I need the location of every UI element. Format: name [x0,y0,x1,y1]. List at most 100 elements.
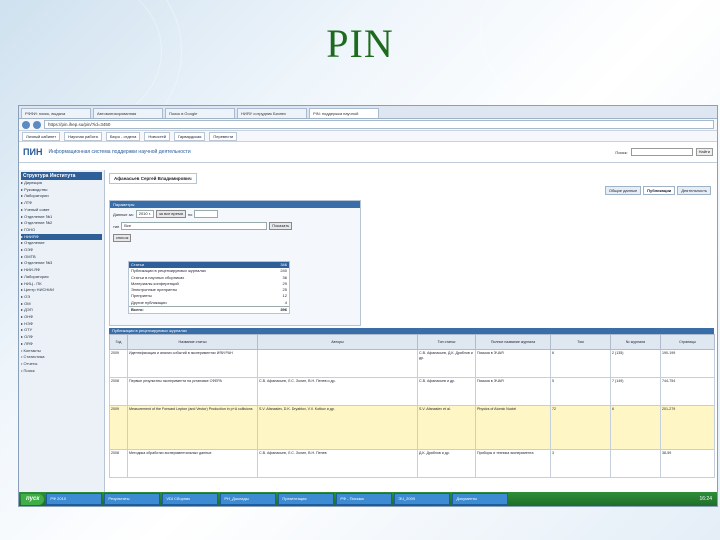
sidebar-item[interactable]: ▸ ОЛФ [21,334,102,341]
table-cell: 3 [550,449,611,478]
bookmark[interactable]: Гарвардская [173,131,206,141]
slide-title: PIN [326,21,394,66]
table-cell: 2009 [109,405,128,450]
bookmark[interactable]: Бюро - отдела [105,131,141,141]
taskbar-clock: 16:24 [699,496,712,502]
search-input[interactable] [630,148,693,156]
sidebar-item[interactable]: ▸ ГОНО [21,227,102,234]
column-header[interactable]: Полное название журнала [475,334,551,350]
sidebar-item[interactable]: ▸ ОЭ [21,294,102,301]
sidebar-header: Структура Института [21,172,102,180]
sidebar-item[interactable]: ▸ ОМТВ [21,254,102,261]
site-search: Поиск: Найти [615,148,713,156]
tab-general[interactable]: Общие данные [604,186,642,195]
search-button[interactable]: Найти [695,148,713,156]
table-body: 2009 Идентификация и анализ событий в экс… [109,349,715,478]
type-select[interactable]: Все [121,222,268,230]
table-cell: Первые результаты эксперимента на устано… [127,377,258,406]
sidebar-item[interactable]: ▸ Отделение [21,240,102,247]
sidebar-item[interactable]: ▸ Лаборатории [21,193,102,200]
table-row[interactable]: 2008 Первые результаты эксперимента на ус… [109,377,715,406]
taskbar-item[interactable]: РФ - Письма [336,493,393,505]
sidebar-item[interactable]: ▸ ЛТФ [21,200,102,207]
browser-tab[interactable]: РФФИ: поиск, выдача [21,108,91,118]
taskbar-item[interactable]: ЭЧ_2009 [394,493,451,505]
from-date-input[interactable]: 2010 г. [135,210,154,218]
taskbar-item[interactable]: Презентация [278,493,335,505]
sidebar-item[interactable]: ▸ ОНФ [21,314,102,321]
sidebar: Структура Института ▸ Дирекция ▸ Руководс… [19,170,105,492]
sidebar-item[interactable]: ▸ Центр НИСНИИ [21,287,102,294]
browser-window: РФФИ: поиск, выдача Автоматизированная П… [18,105,718,507]
column-header[interactable]: Страницы [660,334,715,350]
back-icon[interactable] [22,120,30,129]
table-cell: 2 (135) [610,349,661,378]
column-header[interactable]: Том [550,334,611,350]
column-header[interactable]: № журнала [610,334,661,350]
table-cell: Д.К. Дряблов и др. [417,449,476,478]
sidebar-item[interactable]: ▸ ОТУ [21,327,102,334]
bookmark[interactable]: Научная работа [64,131,102,141]
table-row[interactable]: 2008 Методика обработки экспериментальных… [109,449,715,478]
tab-publications[interactable]: Публикации [643,186,676,195]
show-button[interactable]: Показать [269,222,293,230]
taskbar-item[interactable]: РФ 2010 [46,493,103,505]
column-header[interactable]: Тип статьи [417,334,476,350]
sidebar-item[interactable]: ▸ Лаборатория [21,274,102,281]
site-logo[interactable]: ПИН [23,147,42,157]
browser-tab[interactable]: Автоматизированная [93,108,163,118]
bookmark[interactable]: Перевести [209,131,238,141]
browser-tab-active[interactable]: PIN: поддержка научной [309,108,379,118]
sidebar-item[interactable]: ▸ НИЦ - ПК [21,281,102,288]
sidebar-item[interactable]: ▸ Дирекция [21,180,102,187]
sidebar-item[interactable]: ▸ ЛЯФ [21,341,102,348]
column-header[interactable]: Название статьи [127,334,258,350]
browser-tab[interactable]: НИЯУ сотрудник Бизнес [237,108,307,118]
publications-table: Год Название статьи Авторы Тип статьи Полное… [109,334,715,478]
column-header[interactable]: Год [109,334,128,350]
sidebar-bottom-link[interactable]: • Отчеты [21,361,102,368]
table-row[interactable]: 2009 Идентификация и анализ событий в экс… [109,349,715,378]
sidebar-bottom-link[interactable]: • Контакты [21,348,102,355]
table-cell: С.В. Афанасьев, Л.С. Золин, В.Н. Пенев и… [257,377,418,406]
sidebar-bottom-link[interactable]: • Статистика [21,354,102,361]
sidebar-bottom-link[interactable]: • Поиск [21,368,102,375]
sidebar-item[interactable]: ▸ Ученый совет [21,207,102,214]
table-cell: 201-279 [660,405,715,450]
table-cell: Письма в ЭЧАЯ [475,349,551,378]
search-label: Поиск: [615,149,628,155]
forward-icon[interactable] [33,120,41,129]
sidebar-item[interactable]: ▸ Отделение №3 [21,260,102,267]
sidebar-item[interactable]: ▸ НЭФ [21,321,102,328]
category-total: Всего: 396 [129,306,289,313]
taskbar-item[interactable]: РН_Доклады [220,493,277,505]
to-date-input[interactable] [194,210,219,218]
tab-activity[interactable]: Деятельность [677,186,711,195]
sidebar-item[interactable]: ▸ Отделение №2 [21,220,102,227]
table-row[interactable]: 2009 Measurement of the Forward Lepton (a… [109,405,715,450]
bookmark[interactable]: Личный кабинет [22,131,61,141]
start-button[interactable]: пуск [21,493,45,505]
list-button[interactable]: список [113,234,132,242]
table-cell: С.В. Афанасьев и др. [417,377,476,406]
sidebar-item[interactable]: ▸ ДЭП [21,307,102,314]
sidebar-item[interactable]: ▸ ОМ [21,301,102,308]
taskbar-item[interactable]: Документы [452,493,509,505]
column-header[interactable]: Авторы [257,334,418,350]
sidebar-item[interactable]: ▸ ОЭФ [21,247,102,254]
table-cell: 2008 [109,377,128,406]
sidebar-item[interactable]: ▸ НИИЯФ [21,233,102,241]
sidebar-item[interactable]: ▸ Руководство [21,187,102,194]
table-cell: 2009 [109,349,128,378]
taskbar-item[interactable]: VDI Сборник [162,493,219,505]
all-time-button[interactable]: за все время [155,210,186,218]
type-label: тип [113,223,120,229]
content-tabs: Общие данные Публикации Деятельность [604,186,711,195]
sidebar-item[interactable]: ▸ Отделение №1 [21,214,102,221]
url-input[interactable]: https://pin.ihep.su/pin/?id=3450 [44,120,714,129]
sidebar-item[interactable]: ▸ НИИ-ЯФ [21,267,102,274]
browser-tab[interactable]: Поиск в Google [165,108,235,118]
bookmark[interactable]: Новостей [144,131,170,141]
site-name: Информационная система поддержки научной… [48,149,191,155]
taskbar-item[interactable]: Результаты [104,493,161,505]
